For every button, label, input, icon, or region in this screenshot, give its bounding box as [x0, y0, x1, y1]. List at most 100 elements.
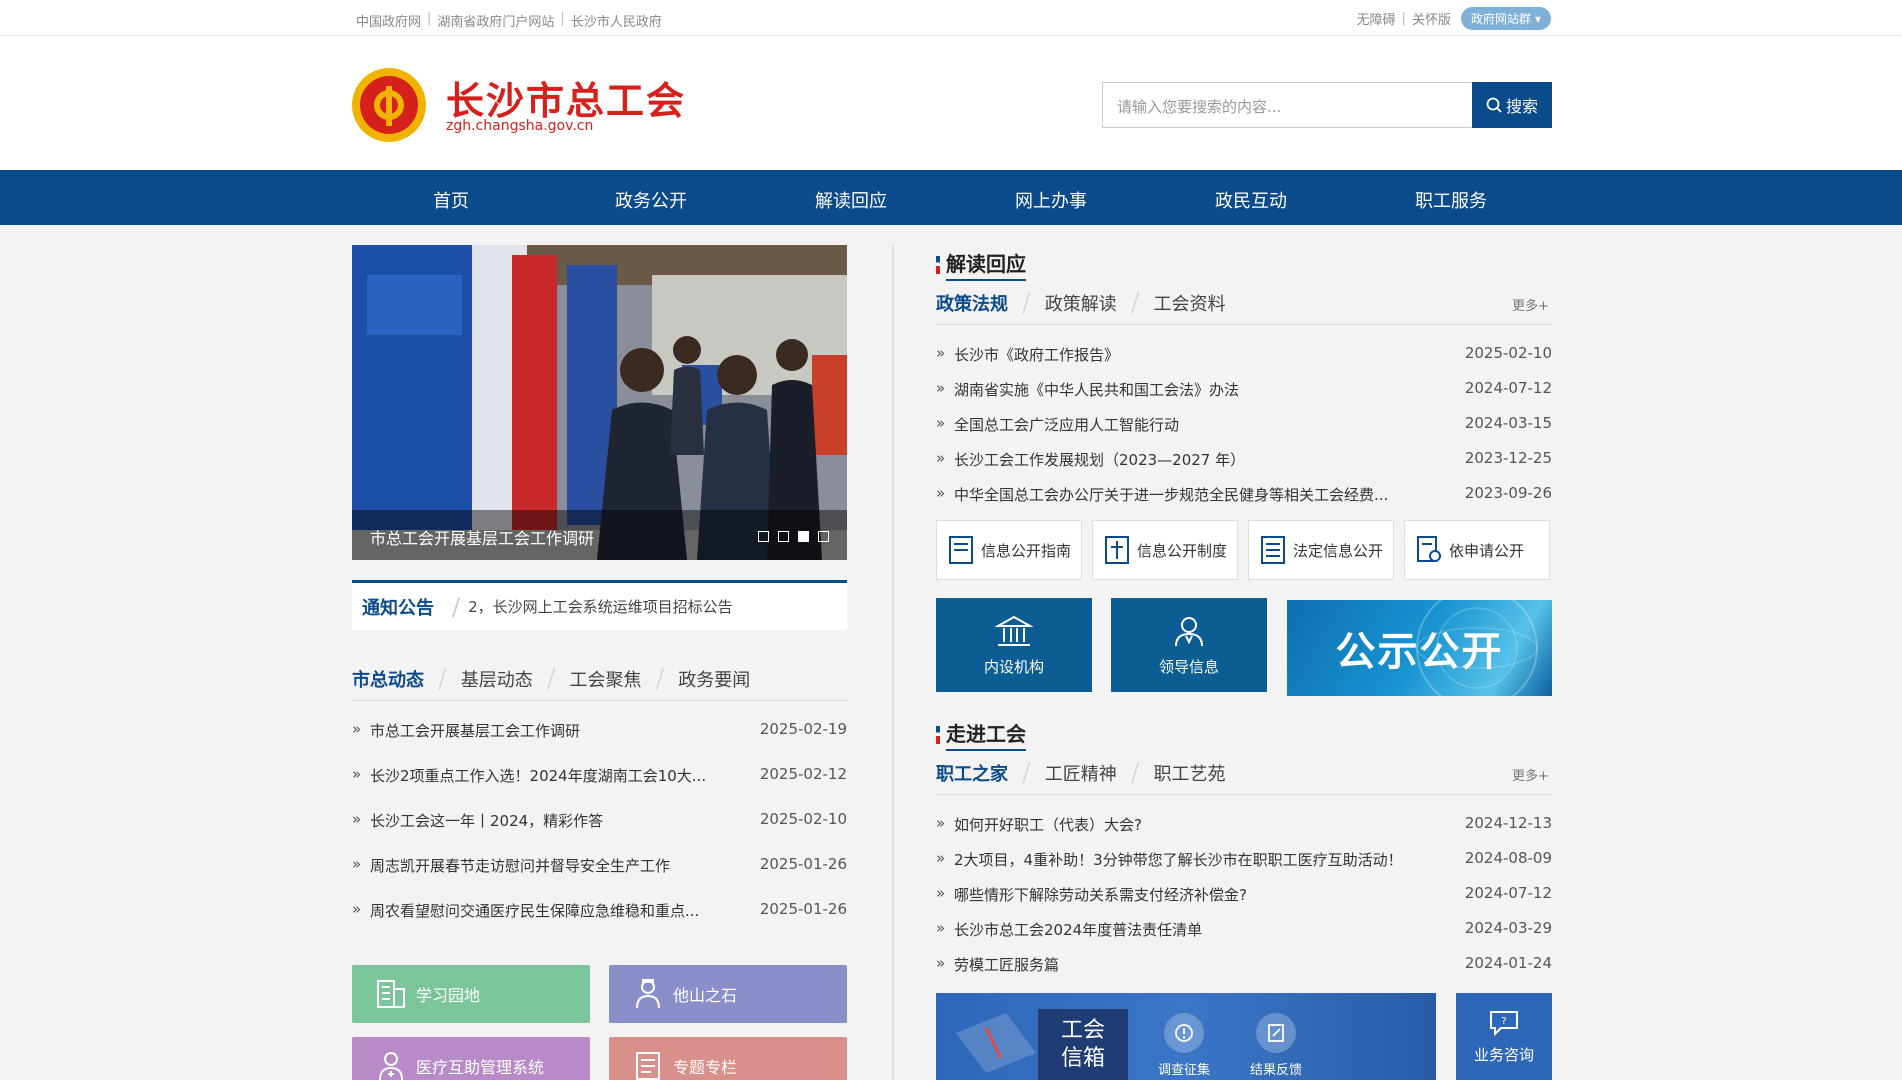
- tab-union-focus[interactable]: 工会聚焦: [570, 666, 642, 692]
- separator: /: [452, 592, 461, 621]
- info-system-button[interactable]: 信息公开制度: [1092, 520, 1238, 580]
- list-item-title[interactable]: 中华全国总工会办公厅关于进一步规范全民健身等相关工会经费...: [954, 484, 1434, 505]
- quick-link-label: 他山之石: [673, 986, 738, 1005]
- list-item-title[interactable]: 全国总工会广泛应用人工智能行动: [954, 414, 1444, 435]
- info-apply-button[interactable]: 依申请公开: [1404, 520, 1550, 580]
- link-gov-cn[interactable]: 中国政府网: [356, 11, 421, 30]
- notice-label[interactable]: 通知公告: [352, 594, 444, 620]
- emblem-inner: [360, 76, 418, 134]
- list-item-title[interactable]: 长沙2项重点工作入选！2024年度湖南工会10大...: [370, 765, 730, 786]
- top-right-tools: 无障碍 | 关怀版 政府网站群 ▾: [1357, 7, 1551, 30]
- survey-label: 调查征集: [1158, 1063, 1211, 1078]
- nav-government-affairs[interactable]: 政务公开: [615, 187, 687, 213]
- list-item-title[interactable]: 市总工会开展基层工会工作调研: [370, 720, 730, 741]
- tab-policy-interpretation[interactable]: 政策解读: [1045, 290, 1117, 316]
- list-item-date: 2025-02-12: [759, 765, 847, 783]
- bullet-icon: »: [352, 900, 362, 918]
- tab-workers-home[interactable]: 职工之家: [936, 760, 1008, 786]
- envelope-decoration: [956, 1013, 1036, 1073]
- separator: |: [427, 11, 432, 26]
- list-item-title[interactable]: 哪些情形下解除劳动关系需支付经济补偿金?: [954, 884, 1444, 905]
- list-item-date: 2023-12-25: [1464, 449, 1552, 467]
- quick-link-special-column[interactable]: 专题专栏: [609, 1037, 847, 1080]
- nav-public-interaction[interactable]: 政民互动: [1215, 187, 1287, 213]
- business-consult-button[interactable]: ? 业务咨询: [1456, 993, 1552, 1080]
- quick-link-others[interactable]: 他山之石: [609, 965, 847, 1023]
- info-button-label: 信息公开制度: [1137, 541, 1228, 560]
- carousel-dot[interactable]: [818, 531, 829, 542]
- bullet-icon: »: [352, 810, 362, 828]
- carousel-dot[interactable]: [758, 531, 769, 542]
- building-icon: [377, 980, 405, 1008]
- info-statutory-button[interactable]: 法定信息公开: [1248, 520, 1394, 580]
- chat-icon: ?: [1490, 1011, 1518, 1037]
- quick-link-medical[interactable]: 医疗互助管理系统: [352, 1037, 590, 1080]
- quick-link-label: 学习园地: [416, 986, 481, 1005]
- more-link[interactable]: 更多+: [1512, 765, 1549, 784]
- bullet-icon: »: [936, 919, 946, 937]
- tab-government-news[interactable]: 政务要闻: [678, 666, 750, 692]
- nav-worker-services[interactable]: 职工服务: [1415, 187, 1487, 213]
- site-title[interactable]: 长沙市总工会: [446, 70, 686, 125]
- quick-link-label: 医疗互助管理系统: [416, 1058, 545, 1077]
- feedback-action[interactable]: 结果反馈: [1250, 1013, 1302, 1078]
- main-nav: 首页 政务公开 解读回应 网上办事 政民互动 职工服务: [0, 170, 1902, 225]
- info-guide-button[interactable]: 信息公开指南: [936, 520, 1082, 580]
- separator: /: [438, 664, 447, 694]
- tab-workers-art[interactable]: 职工艺苑: [1154, 760, 1226, 786]
- nav-home[interactable]: 首页: [433, 187, 469, 213]
- separator: /: [1130, 758, 1140, 788]
- tab-policy-regulations[interactable]: 政策法规: [936, 290, 1008, 316]
- list-item-title[interactable]: 劳模工匠服务篇: [954, 954, 1444, 975]
- survey-action[interactable]: 调查征集: [1158, 1013, 1210, 1078]
- union-emblem-logo[interactable]: [352, 68, 426, 142]
- news-carousel[interactable]: 市总工会开展基层工会工作调研: [352, 245, 847, 560]
- tab-city-news[interactable]: 市总动态: [352, 666, 424, 692]
- care-mode-link[interactable]: 关怀版: [1412, 9, 1451, 28]
- column-divider: [892, 245, 894, 1080]
- carousel-dot[interactable]: [778, 531, 789, 542]
- list-item-title[interactable]: 周志凯开展春节走访慰问并督导安全生产工作: [370, 855, 730, 876]
- bullet-icon: »: [352, 765, 362, 783]
- search-button[interactable]: 搜索: [1472, 82, 1552, 128]
- more-link[interactable]: 更多+: [1512, 295, 1549, 314]
- list-item-title[interactable]: 长沙工会工作发展规划（2023—2027 年）: [954, 449, 1444, 470]
- search-input[interactable]: 请输入您要搜索的内容...: [1102, 82, 1474, 128]
- list-item-title[interactable]: 长沙市《政府工作报告》: [954, 344, 1444, 365]
- quick-link-label: 专题专栏: [673, 1058, 738, 1077]
- link-hunan-portal[interactable]: 湖南省政府门户网站: [437, 11, 554, 30]
- accessibility-link[interactable]: 无障碍: [1357, 9, 1396, 28]
- nav-online-services[interactable]: 网上办事: [1015, 187, 1087, 213]
- tile-internal-departments[interactable]: 内设机构: [936, 598, 1092, 692]
- institution-icon: [995, 615, 1033, 646]
- list-item-title[interactable]: 长沙市总工会2024年度普法责任清单: [954, 919, 1444, 940]
- link-changsha-gov[interactable]: 长沙市人民政府: [571, 11, 662, 30]
- tab-craftsman-spirit[interactable]: 工匠精神: [1045, 760, 1117, 786]
- carousel-dot-active[interactable]: [798, 531, 809, 542]
- section-heading-interpret: 解读回应: [936, 248, 1026, 281]
- list-item-date: 2025-02-19: [759, 720, 847, 738]
- bullet-icon: »: [352, 855, 362, 873]
- notice-item[interactable]: 2，长沙网上工会系统运维项目招标公告: [468, 596, 733, 617]
- tab-union-materials[interactable]: 工会资料: [1154, 290, 1226, 316]
- tab-underline: [936, 794, 1552, 795]
- list-item-title[interactable]: 长沙工会这一年丨2024，精彩作答: [370, 810, 730, 831]
- interpret-list: » 长沙市《政府工作报告》 2025-02-10 » 湖南省实施《中华人民共和国工会法…: [936, 344, 1552, 504]
- quick-link-study[interactable]: 学习园地: [352, 965, 590, 1023]
- tab-underline: [352, 700, 847, 701]
- tab-grassroots-news[interactable]: 基层动态: [461, 666, 533, 692]
- list-item-title[interactable]: 如何开好职工（代表）大会?: [954, 814, 1444, 835]
- info-button-label: 依申请公开: [1449, 541, 1525, 560]
- tile-label: 内设机构: [983, 657, 1044, 676]
- union-mailbox-banner[interactable]: 工会 信箱 调查征集 结果反馈: [936, 993, 1436, 1080]
- section-title[interactable]: 解读回应: [946, 248, 1026, 281]
- list-item-title[interactable]: 湖南省实施《中华人民共和国工会法》办法: [954, 379, 1444, 400]
- nav-interpretation[interactable]: 解读回应: [815, 187, 887, 213]
- section-title[interactable]: 走进工会: [946, 718, 1026, 751]
- tile-leadership-info[interactable]: 领导信息: [1111, 598, 1267, 692]
- bullet-icon: »: [936, 884, 946, 902]
- list-item-title[interactable]: 周农看望慰问交通医疗民生保障应急维稳和重点...: [370, 900, 730, 921]
- site-group-dropdown[interactable]: 政府网站群 ▾: [1460, 7, 1551, 30]
- public-announcement-banner[interactable]: 公示公开: [1287, 600, 1552, 696]
- list-item-title[interactable]: 2大项目，4重补助！3分钟带您了解长沙市在职职工医疗互助活动！: [954, 849, 1444, 870]
